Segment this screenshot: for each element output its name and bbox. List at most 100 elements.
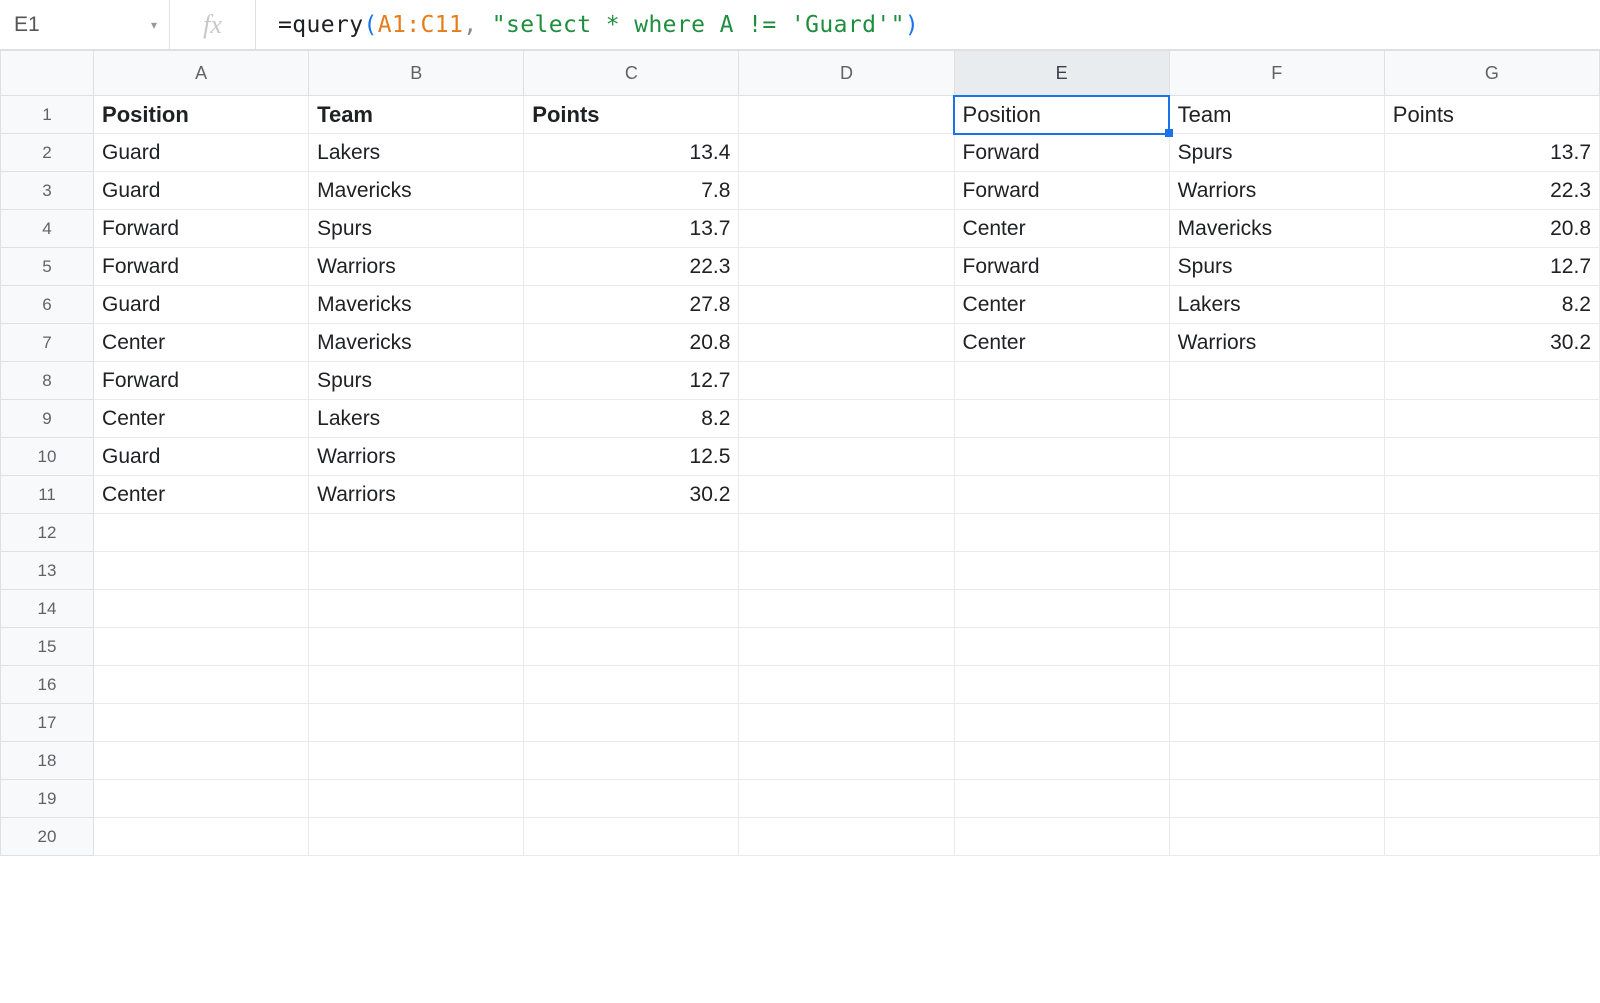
row-header-13[interactable]: 13 xyxy=(1,552,94,590)
cell-G6[interactable]: 8.2 xyxy=(1384,286,1599,324)
cell-B7[interactable]: Mavericks xyxy=(309,324,524,362)
cell-D14[interactable] xyxy=(739,590,954,628)
cell-C6[interactable]: 27.8 xyxy=(524,286,739,324)
row-header-3[interactable]: 3 xyxy=(1,172,94,210)
cell-B15[interactable] xyxy=(309,628,524,666)
cell-E6[interactable]: Center xyxy=(954,286,1169,324)
cell-B19[interactable] xyxy=(309,780,524,818)
cell-F2[interactable]: Spurs xyxy=(1169,134,1384,172)
cell-E17[interactable] xyxy=(954,704,1169,742)
cell-F3[interactable]: Warriors xyxy=(1169,172,1384,210)
cell-A19[interactable] xyxy=(94,780,309,818)
cell-F17[interactable] xyxy=(1169,704,1384,742)
cell-C1[interactable]: Points xyxy=(524,96,739,134)
cell-G9[interactable] xyxy=(1384,400,1599,438)
name-box-dropdown-icon[interactable]: ▾ xyxy=(151,18,157,32)
cell-A3[interactable]: Guard xyxy=(94,172,309,210)
row-header-8[interactable]: 8 xyxy=(1,362,94,400)
cell-D12[interactable] xyxy=(739,514,954,552)
cell-D8[interactable] xyxy=(739,362,954,400)
cell-B20[interactable] xyxy=(309,818,524,856)
col-header-C[interactable]: C xyxy=(524,51,739,96)
cell-F4[interactable]: Mavericks xyxy=(1169,210,1384,248)
col-header-G[interactable]: G xyxy=(1384,51,1599,96)
cell-E3[interactable]: Forward xyxy=(954,172,1169,210)
cell-C18[interactable] xyxy=(524,742,739,780)
cell-G4[interactable]: 20.8 xyxy=(1384,210,1599,248)
cell-B9[interactable]: Lakers xyxy=(309,400,524,438)
cell-C15[interactable] xyxy=(524,628,739,666)
cell-C8[interactable]: 12.7 xyxy=(524,362,739,400)
cell-D17[interactable] xyxy=(739,704,954,742)
cell-G3[interactable]: 22.3 xyxy=(1384,172,1599,210)
cell-G20[interactable] xyxy=(1384,818,1599,856)
cell-B12[interactable] xyxy=(309,514,524,552)
cell-C7[interactable]: 20.8 xyxy=(524,324,739,362)
cell-G5[interactable]: 12.7 xyxy=(1384,248,1599,286)
cell-B3[interactable]: Mavericks xyxy=(309,172,524,210)
cell-D18[interactable] xyxy=(739,742,954,780)
cell-G13[interactable] xyxy=(1384,552,1599,590)
cell-B11[interactable]: Warriors xyxy=(309,476,524,514)
cell-E2[interactable]: Forward xyxy=(954,134,1169,172)
row-header-9[interactable]: 9 xyxy=(1,400,94,438)
cell-E10[interactable] xyxy=(954,438,1169,476)
row-header-11[interactable]: 11 xyxy=(1,476,94,514)
cell-D15[interactable] xyxy=(739,628,954,666)
row-header-10[interactable]: 10 xyxy=(1,438,94,476)
cell-D7[interactable] xyxy=(739,324,954,362)
cell-F11[interactable] xyxy=(1169,476,1384,514)
row-header-20[interactable]: 20 xyxy=(1,818,94,856)
row-header-2[interactable]: 2 xyxy=(1,134,94,172)
cell-G19[interactable] xyxy=(1384,780,1599,818)
row-header-18[interactable]: 18 xyxy=(1,742,94,780)
cell-C5[interactable]: 22.3 xyxy=(524,248,739,286)
cell-A9[interactable]: Center xyxy=(94,400,309,438)
cell-B17[interactable] xyxy=(309,704,524,742)
cell-D20[interactable] xyxy=(739,818,954,856)
cell-B2[interactable]: Lakers xyxy=(309,134,524,172)
cell-D6[interactable] xyxy=(739,286,954,324)
cell-C13[interactable] xyxy=(524,552,739,590)
row-header-16[interactable]: 16 xyxy=(1,666,94,704)
cell-G8[interactable] xyxy=(1384,362,1599,400)
name-box[interactable]: E1 ▾ xyxy=(0,0,170,49)
cell-D2[interactable] xyxy=(739,134,954,172)
row-header-1[interactable]: 1 xyxy=(1,96,94,134)
cell-F20[interactable] xyxy=(1169,818,1384,856)
cell-G11[interactable] xyxy=(1384,476,1599,514)
cell-F14[interactable] xyxy=(1169,590,1384,628)
cell-D9[interactable] xyxy=(739,400,954,438)
cell-B18[interactable] xyxy=(309,742,524,780)
cell-D4[interactable] xyxy=(739,210,954,248)
cell-G12[interactable] xyxy=(1384,514,1599,552)
row-header-12[interactable]: 12 xyxy=(1,514,94,552)
formula-input[interactable]: =query(A1:C11, "select * where A != 'Gua… xyxy=(256,0,1600,49)
cell-A14[interactable] xyxy=(94,590,309,628)
cell-F5[interactable]: Spurs xyxy=(1169,248,1384,286)
col-header-B[interactable]: B xyxy=(309,51,524,96)
cell-F10[interactable] xyxy=(1169,438,1384,476)
cell-F19[interactable] xyxy=(1169,780,1384,818)
select-all-corner[interactable] xyxy=(1,51,94,96)
cell-F1[interactable]: Team xyxy=(1169,96,1384,134)
cell-E1[interactable]: Position xyxy=(954,96,1169,134)
cell-C16[interactable] xyxy=(524,666,739,704)
cell-A18[interactable] xyxy=(94,742,309,780)
cell-C20[interactable] xyxy=(524,818,739,856)
cell-A20[interactable] xyxy=(94,818,309,856)
col-header-E[interactable]: E xyxy=(954,51,1169,96)
cell-F6[interactable]: Lakers xyxy=(1169,286,1384,324)
cell-E18[interactable] xyxy=(954,742,1169,780)
cell-G7[interactable]: 30.2 xyxy=(1384,324,1599,362)
cell-A1[interactable]: Position xyxy=(94,96,309,134)
cell-A7[interactable]: Center xyxy=(94,324,309,362)
cell-B4[interactable]: Spurs xyxy=(309,210,524,248)
cell-E20[interactable] xyxy=(954,818,1169,856)
cell-E4[interactable]: Center xyxy=(954,210,1169,248)
cell-A17[interactable] xyxy=(94,704,309,742)
cell-F8[interactable] xyxy=(1169,362,1384,400)
cell-B8[interactable]: Spurs xyxy=(309,362,524,400)
row-header-5[interactable]: 5 xyxy=(1,248,94,286)
cell-D5[interactable] xyxy=(739,248,954,286)
